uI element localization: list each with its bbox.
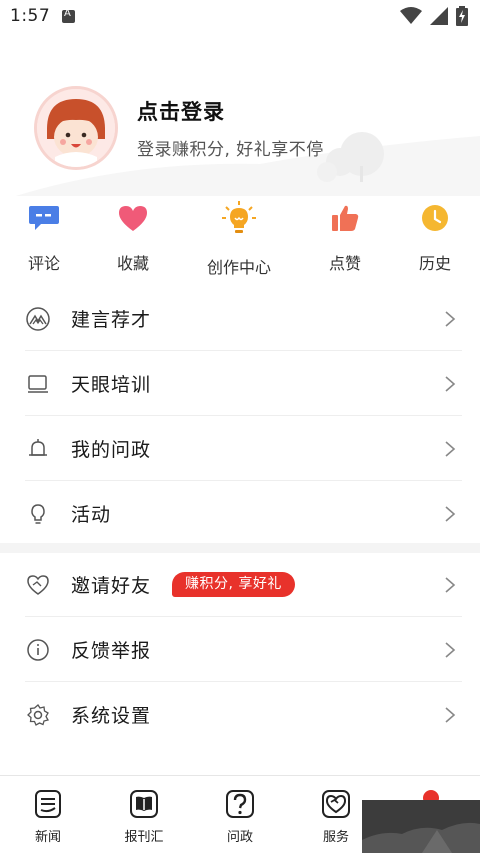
quick-label-creation-center: 创作中心 <box>206 258 271 277</box>
cartoon-avatar-icon <box>37 89 115 167</box>
chevron-right-icon <box>445 642 456 658</box>
question-icon <box>226 790 254 818</box>
menu-item-training[interactable]: 天眼培训 <box>0 351 480 416</box>
heart-icon <box>115 200 151 236</box>
menu-item-my-inquiries[interactable]: 我的问政 <box>0 416 480 481</box>
menu-item-feedback[interactable]: 反馈举报 <box>0 617 480 682</box>
login-subtitle: 登录赚积分, 好礼享不停 <box>137 140 324 160</box>
menu-label-feedback: 反馈举报 <box>71 640 152 662</box>
info-icon <box>27 639 49 661</box>
bell-icon <box>29 439 47 456</box>
nav-label-periodicals: 报刊汇 <box>124 830 164 845</box>
menu-item-activities[interactable]: 活动 <box>0 481 480 546</box>
status-bar: 1:57 <box>0 0 480 36</box>
settings-icon <box>27 704 49 726</box>
login-title[interactable]: 点击登录 <box>137 96 225 126</box>
nav-news[interactable]: 新闻 <box>0 776 96 853</box>
menu-label-settings: 系统设置 <box>71 705 152 727</box>
menu-label-invite-friends: 邀请好友 <box>71 575 152 597</box>
quick-label-favorite: 收藏 <box>116 254 149 273</box>
chevron-right-icon <box>445 441 456 457</box>
menu-label-activities: 活动 <box>71 504 112 526</box>
battery-charging-icon <box>456 6 468 26</box>
nav-inquiries[interactable]: 问政 <box>192 776 288 853</box>
thumbs-up-icon <box>327 200 363 236</box>
quick-favorite[interactable]: 收藏 <box>93 198 173 284</box>
menu-group-secondary: 邀请好友 赚积分, 享好礼 反馈举报 系统设置 <box>0 552 480 747</box>
menu-label-suggestions: 建言荐才 <box>71 309 152 331</box>
quick-like[interactable]: 点赞 <box>305 198 385 284</box>
wifi-icon <box>400 7 422 24</box>
heart-handshake-icon <box>27 575 49 595</box>
avatar[interactable] <box>34 86 118 170</box>
system-icons <box>400 6 468 26</box>
chevron-right-icon <box>445 376 456 392</box>
comment-icon <box>26 200 62 236</box>
menu-label-my-inquiries: 我的问政 <box>71 439 152 461</box>
chevron-right-icon <box>445 707 456 723</box>
news-icon <box>35 790 61 818</box>
menu-label-training: 天眼培训 <box>71 374 152 396</box>
lightbulb-icon <box>221 200 257 236</box>
quick-label-like: 点赞 <box>328 254 361 273</box>
menu-item-suggestions[interactable]: 建言荐才 <box>0 286 480 351</box>
lightbulb-outline-icon <box>31 504 45 524</box>
chevron-right-icon <box>445 506 456 522</box>
status-time: 1:57 <box>10 6 51 26</box>
chevron-right-icon <box>445 577 456 593</box>
quick-creation-center[interactable]: 创作中心 <box>199 198 279 284</box>
quick-comment[interactable]: 评论 <box>4 198 84 284</box>
book-icon <box>130 790 158 818</box>
chevron-right-icon <box>445 311 456 327</box>
profile-header[interactable]: 点击登录 登录赚积分, 好礼享不停 <box>0 36 480 196</box>
floating-thumbnail[interactable] <box>362 800 480 853</box>
reward-badge: 赚积分, 享好礼 <box>172 572 295 597</box>
signal-icon <box>430 7 448 25</box>
service-heart-icon <box>322 790 350 818</box>
landscape-thumbnail-image <box>362 800 480 853</box>
text-a-icon <box>62 8 75 23</box>
mountain-icon <box>26 307 50 331</box>
menu-item-settings[interactable]: 系统设置 <box>0 682 480 747</box>
quick-label-history: 历史 <box>418 254 451 273</box>
menu-group-primary: 建言荐才 天眼培训 我的问政 活动 <box>0 286 480 546</box>
laptop-icon <box>28 375 48 393</box>
nav-periodicals[interactable]: 报刊汇 <box>96 776 192 853</box>
menu-item-invite-friends[interactable]: 邀请好友 赚积分, 享好礼 <box>0 552 480 617</box>
nav-label-inquiries: 问政 <box>226 830 253 845</box>
nav-label-news: 新闻 <box>34 830 61 845</box>
quick-label-comment: 评论 <box>27 254 60 273</box>
clock-icon <box>417 200 453 236</box>
quick-actions: 评论 收藏 创作中心 点赞 历史 <box>0 198 480 284</box>
quick-history[interactable]: 历史 <box>395 198 475 284</box>
